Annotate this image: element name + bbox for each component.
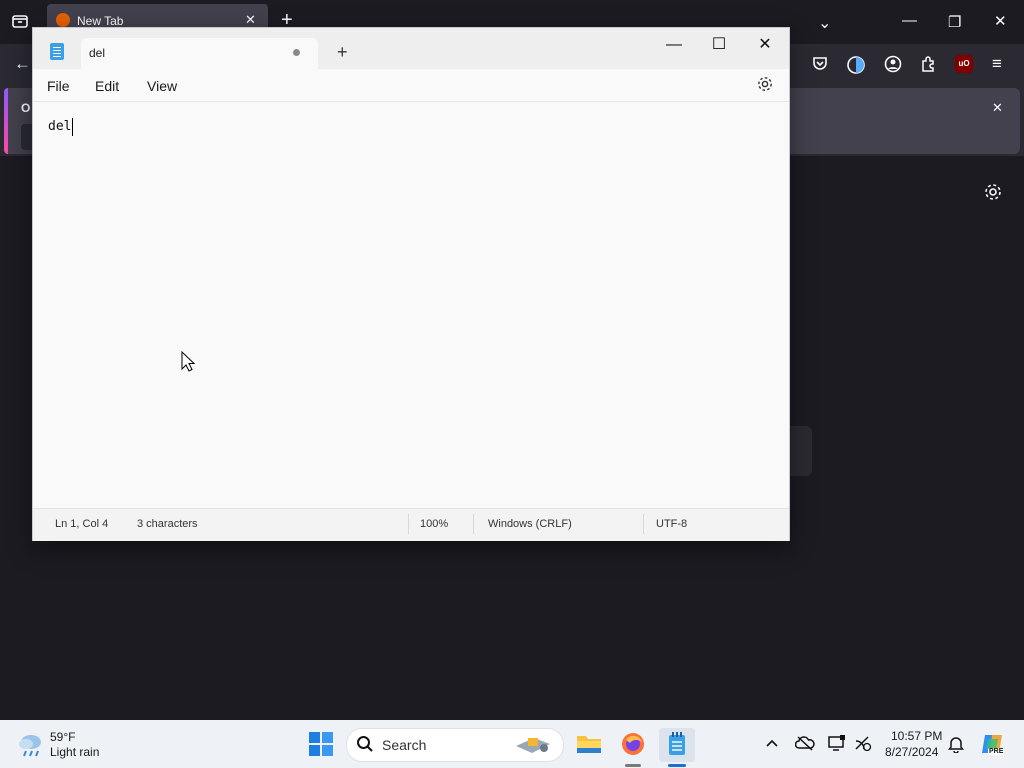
clock-time[interactable]: 10:57 PM — [891, 729, 942, 743]
notification-bell-icon[interactable] — [948, 735, 964, 758]
search-highlight-icon — [514, 732, 554, 761]
network-icon[interactable] — [854, 735, 872, 756]
notepad-text-area[interactable]: del — [48, 119, 71, 134]
status-zoom[interactable]: 100% — [420, 518, 448, 530]
search-icon — [356, 735, 374, 758]
pocket-icon[interactable] — [811, 55, 829, 78]
copilot-icon[interactable] — [980, 731, 1006, 762]
notification-accent — [4, 88, 8, 154]
clock-date[interactable]: 8/27/2024 — [885, 745, 938, 759]
status-characters: 3 characters — [137, 518, 198, 530]
menu-edit[interactable]: Edit — [95, 78, 119, 94]
sync-icon[interactable] — [846, 55, 866, 80]
chevron-down-icon[interactable]: ⌄ — [818, 13, 831, 33]
firefox-running-indicator — [625, 764, 641, 767]
chevron-up-icon[interactable] — [765, 736, 779, 753]
notepad-new-tab-button[interactable]: + — [337, 42, 348, 63]
start-icon[interactable] — [309, 732, 333, 761]
notepad-window: del + — ☐ ✕ File Edit View del Ln 1, Col… — [32, 27, 790, 541]
status-line-ending[interactable]: Windows (CRLF) — [488, 518, 572, 530]
unsaved-indicator-icon — [293, 49, 300, 56]
tab-list-icon[interactable] — [11, 13, 29, 34]
menu-file[interactable]: File — [47, 78, 70, 94]
account-icon[interactable] — [884, 55, 902, 78]
settings-icon[interactable] — [983, 182, 1003, 207]
weather-temperature: 59°F — [50, 730, 76, 744]
firefox-icon[interactable] — [621, 732, 645, 761]
notepad-icon — [668, 732, 686, 761]
notepad-maximize-button[interactable]: ☐ — [697, 32, 741, 58]
menu-icon[interactable]: ≡ — [992, 54, 1002, 74]
mouse-cursor-icon — [181, 350, 196, 378]
notification-text: O — [21, 101, 31, 115]
ublock-icon[interactable]: uO — [955, 55, 973, 73]
notepad-tab[interactable] — [81, 38, 318, 69]
status-divider — [473, 514, 474, 534]
new-tab-card[interactable] — [788, 426, 812, 476]
text-caret — [72, 118, 73, 136]
copilot-preview-badge: PRE — [988, 748, 1005, 755]
firefox-tab-favicon — [56, 13, 70, 27]
notepad-close-button[interactable]: ✕ — [743, 32, 787, 58]
firefox-minimize-button[interactable]: — — [902, 12, 917, 29]
weather-condition: Light rain — [50, 745, 100, 759]
menu-view[interactable]: View — [147, 78, 177, 94]
firefox-close-button[interactable]: ✕ — [994, 12, 1007, 30]
weather-rain-icon[interactable] — [17, 731, 45, 762]
status-encoding[interactable]: UTF-8 — [656, 518, 687, 530]
status-position: Ln 1, Col 4 — [55, 518, 109, 530]
notepad-app-icon — [50, 43, 64, 60]
onedrive-icon[interactable] — [794, 735, 815, 756]
search-placeholder: Search — [382, 737, 427, 753]
notepad-settings-icon[interactable] — [756, 75, 774, 98]
extensions-icon[interactable] — [920, 55, 938, 78]
status-divider — [643, 514, 644, 534]
firefox-tab-close-icon[interactable]: ✕ — [245, 12, 256, 28]
notepad-tab-title: del — [89, 46, 106, 60]
back-icon[interactable]: ← — [14, 54, 31, 74]
file-explorer-icon[interactable] — [577, 733, 601, 758]
notepad-active-indicator — [668, 764, 686, 767]
display-icon[interactable] — [828, 735, 846, 756]
notification-close-icon[interactable]: ✕ — [992, 100, 1003, 116]
notepad-minimize-button[interactable]: — — [652, 32, 696, 58]
firefox-restore-button[interactable]: ❐ — [948, 13, 961, 31]
firefox-tab-title: New Tab — [77, 14, 124, 28]
status-divider — [408, 514, 409, 534]
